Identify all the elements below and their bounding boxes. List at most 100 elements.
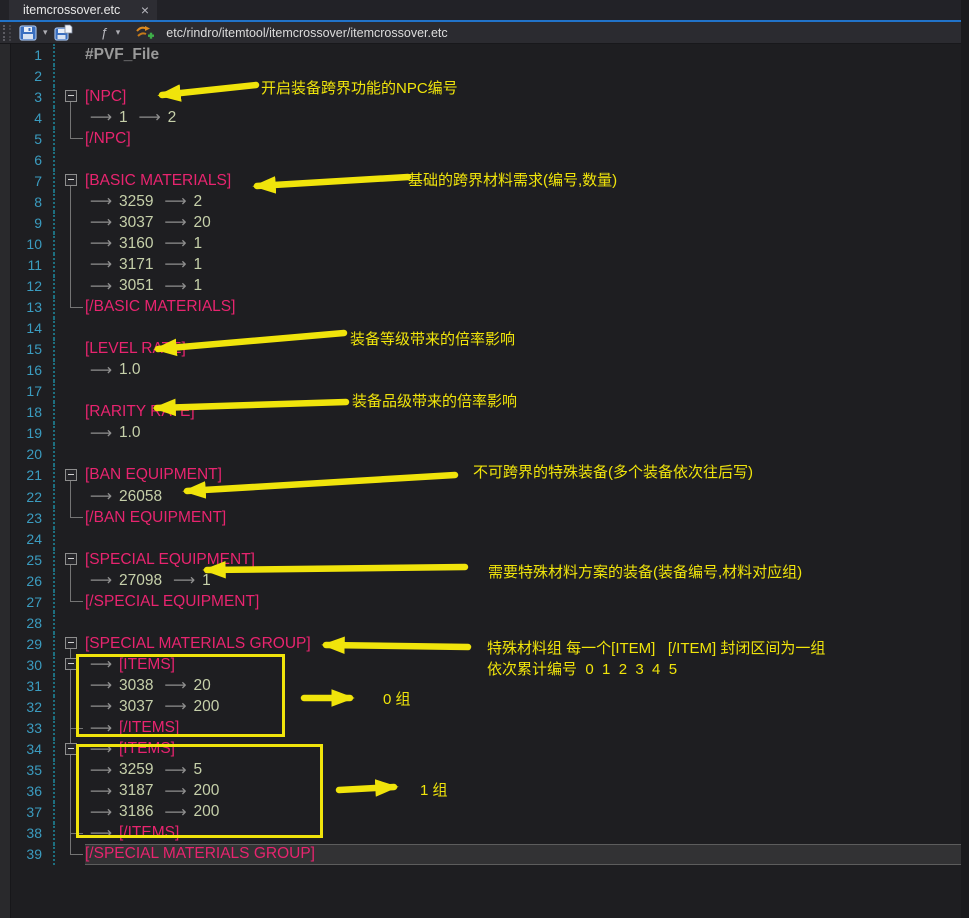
save-as-button[interactable] bbox=[54, 23, 73, 43]
fold-collapse-icon[interactable] bbox=[65, 743, 77, 755]
code-line-content[interactable] bbox=[85, 65, 969, 86]
line-number[interactable]: 25 bbox=[11, 549, 55, 570]
code-line-content[interactable]: [SPECIAL EQUIPMENT] bbox=[85, 549, 969, 570]
code-line[interactable]: 34 ⟶[ITEMS] bbox=[0, 739, 969, 760]
code-line-content[interactable]: ⟶[/ITEMS] bbox=[85, 718, 969, 739]
code-line-content[interactable]: ⟶3259⟶5 bbox=[85, 760, 969, 781]
line-number[interactable]: 30 bbox=[11, 654, 55, 675]
line-number[interactable]: 27 bbox=[11, 591, 55, 612]
line-number[interactable]: 24 bbox=[11, 528, 55, 549]
macro-dropdown-caret-icon[interactable]: ▾ bbox=[116, 23, 121, 43]
line-number[interactable]: 5 bbox=[11, 128, 55, 149]
line-number[interactable]: 26 bbox=[11, 570, 55, 591]
code-line[interactable]: 36⟶3187⟶200 bbox=[0, 781, 969, 802]
code-line-content[interactable]: ⟶[ITEMS] bbox=[85, 739, 969, 760]
line-number[interactable]: 12 bbox=[11, 276, 55, 297]
line-number[interactable]: 2 bbox=[11, 65, 55, 86]
code-line[interactable]: 1#PVF_File bbox=[0, 44, 969, 65]
code-line-content[interactable]: ⟶3171⟶1 bbox=[85, 254, 969, 275]
code-line-content[interactable]: [/BASIC MATERIALS] bbox=[85, 297, 969, 318]
line-number[interactable]: 34 bbox=[11, 739, 55, 760]
code-line-content[interactable] bbox=[85, 444, 969, 465]
toolbar-gripper-icon[interactable] bbox=[3, 25, 11, 41]
code-line-content[interactable]: [NPC] bbox=[85, 86, 969, 107]
save-button[interactable] bbox=[19, 23, 37, 43]
code-line[interactable]: 30⟶[ITEMS] bbox=[0, 654, 969, 675]
code-line-content[interactable]: [SPECIAL MATERIALS GROUP] bbox=[85, 633, 969, 654]
line-number[interactable]: 13 bbox=[11, 297, 55, 318]
code-line[interactable]: 35 ⟶3259⟶5 bbox=[0, 760, 969, 781]
code-line-content[interactable]: ⟶27098⟶1 bbox=[85, 570, 969, 591]
line-number[interactable]: 32 bbox=[11, 696, 55, 717]
code-line-content[interactable]: ⟶1.0 bbox=[85, 360, 969, 381]
line-number[interactable]: 35 bbox=[11, 760, 55, 781]
code-line[interactable]: 31⟶3038⟶20 bbox=[0, 675, 969, 696]
code-line[interactable]: 26 ⟶27098⟶1 bbox=[0, 570, 969, 591]
code-editor[interactable]: 1#PVF_File23[NPC]4⟶1⟶25[/NPC]67[BASIC MA… bbox=[0, 44, 969, 918]
code-line[interactable]: 38 ⟶[/ITEMS] bbox=[0, 823, 969, 844]
line-number[interactable]: 11 bbox=[11, 254, 55, 275]
code-line[interactable]: 15 [LEVEL RATE] bbox=[0, 339, 969, 360]
fold-margin[interactable] bbox=[55, 739, 85, 760]
code-line[interactable]: 28 bbox=[0, 612, 969, 633]
code-line[interactable]: 3[NPC] bbox=[0, 86, 969, 107]
line-number[interactable]: 14 bbox=[11, 318, 55, 339]
line-number[interactable]: 10 bbox=[11, 233, 55, 254]
code-line-content[interactable]: ⟶[/ITEMS] bbox=[85, 823, 969, 844]
code-line-content[interactable]: ⟶3037⟶20 bbox=[85, 212, 969, 233]
code-line[interactable]: 24 bbox=[0, 528, 969, 549]
code-line-content[interactable]: ⟶3187⟶200 bbox=[85, 781, 969, 802]
code-line[interactable]: 33⟶[/ITEMS] bbox=[0, 718, 969, 739]
line-number[interactable]: 38 bbox=[11, 823, 55, 844]
code-line-content[interactable]: ⟶26058 bbox=[85, 486, 969, 507]
fold-collapse-icon[interactable] bbox=[65, 658, 77, 670]
code-line-content[interactable] bbox=[85, 149, 969, 170]
code-line[interactable]: 19⟶1.0 bbox=[0, 423, 969, 444]
save-dropdown-caret-icon[interactable]: ▾ bbox=[43, 23, 48, 43]
fold-collapse-icon[interactable] bbox=[65, 553, 77, 565]
line-number[interactable]: 15 bbox=[11, 339, 55, 360]
code-line-content[interactable]: #PVF_File bbox=[85, 44, 969, 65]
line-number[interactable]: 7 bbox=[11, 170, 55, 191]
fold-collapse-icon[interactable] bbox=[65, 90, 77, 102]
code-line-content[interactable]: ⟶3259⟶2 bbox=[85, 191, 969, 212]
macro-button[interactable]: ƒ bbox=[87, 23, 110, 43]
line-number[interactable]: 22 bbox=[11, 486, 55, 507]
code-line[interactable]: 21[BAN EQUIPMENT] bbox=[0, 465, 969, 486]
code-line[interactable]: 11 ⟶3171⟶1 bbox=[0, 254, 969, 275]
code-line[interactable]: 7[BASIC MATERIALS] bbox=[0, 170, 969, 191]
line-number[interactable]: 28 bbox=[11, 612, 55, 633]
code-line[interactable]: 32⟶3037⟶200 bbox=[0, 696, 969, 717]
line-number[interactable]: 31 bbox=[11, 675, 55, 696]
code-line[interactable]: 2 bbox=[0, 65, 969, 86]
fold-collapse-icon[interactable] bbox=[65, 637, 77, 649]
file-path-breadcrumb[interactable]: etc/rindro/itemtool/itemcrossover/itemcr… bbox=[166, 26, 447, 40]
add-favorite-button[interactable] bbox=[136, 23, 154, 43]
code-line-content[interactable]: ⟶1.0 bbox=[85, 423, 969, 444]
line-number[interactable]: 17 bbox=[11, 381, 55, 402]
code-line[interactable]: 5 [/NPC] bbox=[0, 128, 969, 149]
code-line[interactable]: 22 ⟶26058 bbox=[0, 486, 969, 507]
code-line-content[interactable]: ⟶3160⟶1 bbox=[85, 233, 969, 254]
code-line-content[interactable]: [/NPC] bbox=[85, 128, 969, 149]
code-line[interactable]: 37⟶3186⟶200 bbox=[0, 802, 969, 823]
code-line-content[interactable] bbox=[85, 318, 969, 339]
line-number[interactable]: 8 bbox=[11, 191, 55, 212]
code-line-content[interactable] bbox=[85, 528, 969, 549]
fold-margin[interactable] bbox=[55, 170, 85, 191]
line-number[interactable]: 39 bbox=[11, 844, 55, 865]
line-number[interactable]: 6 bbox=[11, 149, 55, 170]
fold-margin[interactable] bbox=[55, 549, 85, 570]
code-line-content[interactable]: [LEVEL RATE] bbox=[85, 339, 969, 360]
tab-itemcrossover[interactable]: itemcrossover.etc × bbox=[9, 0, 157, 20]
code-line-content[interactable]: ⟶1⟶2 bbox=[85, 107, 969, 128]
line-number[interactable]: 20 bbox=[11, 444, 55, 465]
code-line[interactable]: 18[RARITY RATE] bbox=[0, 402, 969, 423]
code-line[interactable]: 17 bbox=[0, 381, 969, 402]
code-line-content[interactable]: [/SPECIAL MATERIALS GROUP] bbox=[85, 844, 969, 865]
code-line[interactable]: 20 bbox=[0, 444, 969, 465]
code-line[interactable]: 6 bbox=[0, 149, 969, 170]
fold-collapse-icon[interactable] bbox=[65, 174, 77, 186]
line-number[interactable]: 29 bbox=[11, 633, 55, 654]
fold-margin[interactable] bbox=[55, 86, 85, 107]
